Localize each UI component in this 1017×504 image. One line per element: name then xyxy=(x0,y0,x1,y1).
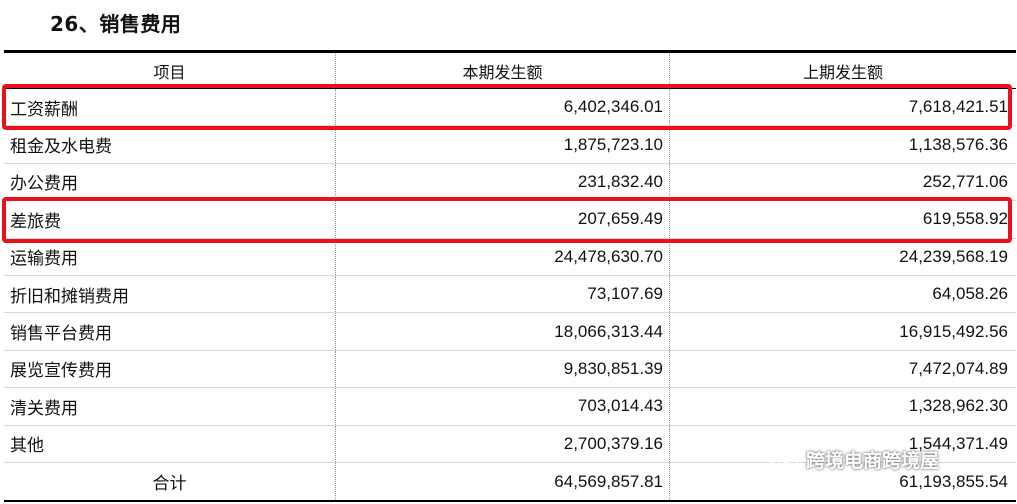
watermark-text: 跨境电商跨境屋 xyxy=(806,449,940,472)
row-current-amount: 703,014.43 xyxy=(336,388,670,425)
row-previous-amount: 7,618,421.51 xyxy=(908,97,1008,117)
row-current-amount: 1,875,723.10 xyxy=(336,126,670,163)
table-row: 展览宣传费用 9,830,851.39 7,472,074.89 xyxy=(4,350,1016,389)
column-header-item: 项目 xyxy=(4,53,336,88)
table-row: 差旅费 207,659.49 619,558.92 xyxy=(4,201,1016,239)
row-item: 运输费用 xyxy=(4,238,336,275)
row-current-amount: 6,402,346.01 xyxy=(336,89,670,126)
table-row: 折旧和摊销费用 73,107.69 64,058.26 xyxy=(4,275,1016,314)
row-item: 工资薪酬 xyxy=(4,89,336,126)
row-previous-amount: 16,915,492.56 xyxy=(899,321,1008,341)
row-current-amount: 231,832.40 xyxy=(336,163,670,201)
table-row: 销售平台费用 18,066,313.44 16,915,492.56 xyxy=(4,313,1016,351)
sales-expense-table: 项目 本期发生额 上期发生额 工资薪酬 6,402,346.01 7,618,4… xyxy=(4,50,1016,503)
row-item: 清关费用 xyxy=(4,388,336,425)
row-item: 销售平台费用 xyxy=(4,313,336,350)
table-row: 租金及水电费 1,875,723.10 1,138,576.36 xyxy=(4,126,1016,164)
row-current-amount: 73,107.69 xyxy=(336,275,670,313)
row-previous-amount: 7,472,074.89 xyxy=(908,358,1008,378)
row-item: 差旅费 xyxy=(4,201,336,238)
row-current-amount: 24,478,630.70 xyxy=(336,238,670,275)
row-previous-amount: 1,138,576.36 xyxy=(908,134,1008,154)
table-row: 办公费用 231,832.40 252,771.06 xyxy=(4,163,1016,202)
table-row: 工资薪酬 6,402,346.01 7,618,421.51 xyxy=(4,89,1016,127)
wechat-icon xyxy=(766,445,799,471)
row-previous-amount: 619,558.92 xyxy=(922,209,1008,229)
row-item: 展览宣传费用 xyxy=(4,350,336,388)
row-item: 其他 xyxy=(4,425,336,462)
row-previous-amount: 1,328,962.30 xyxy=(908,396,1008,416)
total-label: 合计 xyxy=(4,462,336,501)
row-current-amount: 2,700,379.16 xyxy=(336,425,670,462)
row-current-amount: 9,830,851.39 xyxy=(336,350,670,388)
page-title: 26、销售费用 xyxy=(50,12,182,36)
table-header-row: 项目 本期发生额 上期发生额 xyxy=(4,53,1016,89)
row-item: 折旧和摊销费用 xyxy=(4,275,336,313)
column-header-previous: 上期发生额 xyxy=(802,62,883,82)
watermark: 跨境电商跨境屋 xyxy=(766,444,939,474)
column-header-current: 本期发生额 xyxy=(336,53,670,88)
row-current-amount: 207,659.49 xyxy=(336,201,670,238)
row-previous-amount: 64,058.26 xyxy=(932,284,1008,304)
row-previous-amount: 252,771.06 xyxy=(922,171,1008,191)
total-current-amount: 64,569,857.81 xyxy=(336,462,670,501)
row-current-amount: 18,066,313.44 xyxy=(336,313,670,350)
table-row: 清关费用 703,014.43 1,328,962.30 xyxy=(4,388,1016,426)
row-item: 租金及水电费 xyxy=(4,126,336,163)
table-row: 运输费用 24,478,630.70 24,239,568.19 xyxy=(4,238,1016,276)
row-previous-amount: 24,239,568.19 xyxy=(899,246,1008,266)
row-item: 办公费用 xyxy=(4,163,336,201)
